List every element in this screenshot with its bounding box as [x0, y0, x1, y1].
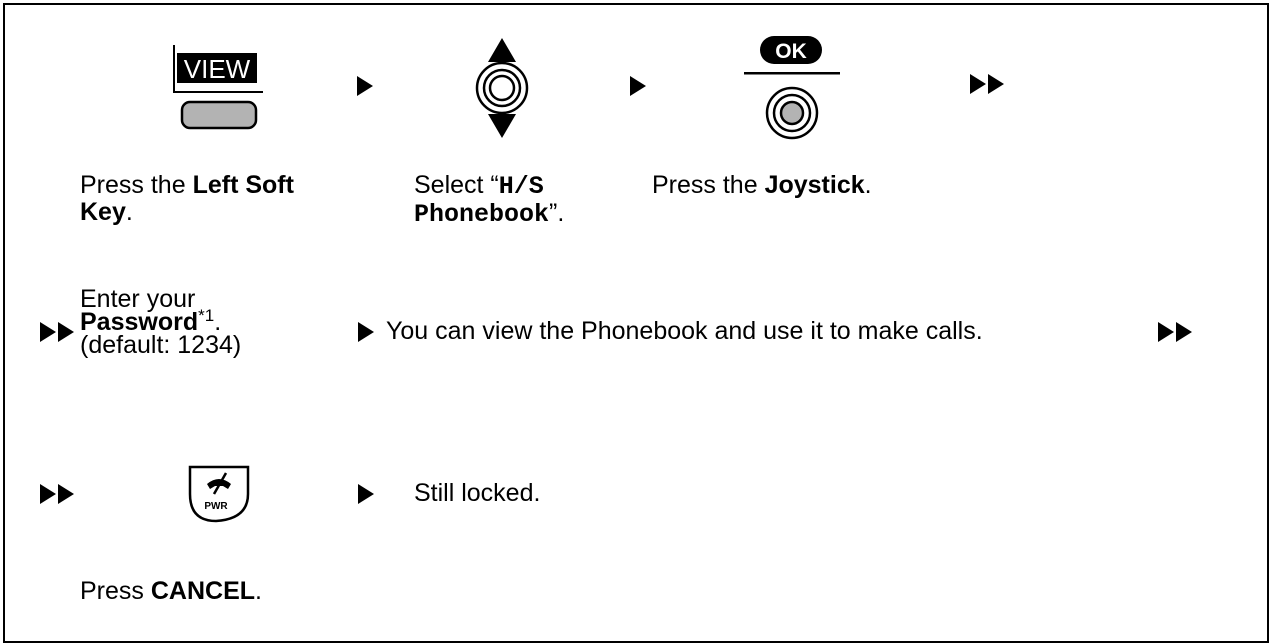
- step4-sup: *1: [198, 306, 215, 325]
- play-arrow-icon: [358, 322, 374, 342]
- double-play-arrow-icon: [1158, 322, 1196, 342]
- play-arrow-icon: [358, 484, 374, 504]
- ok-key-label: OK: [775, 40, 807, 63]
- step2-code-b: Phonebook: [414, 200, 550, 229]
- view-key-label: VIEW: [184, 54, 251, 84]
- step2-code-a: H/S: [498, 172, 544, 201]
- left-soft-key-icon: VIEW: [171, 45, 265, 133]
- step7-bold: CANCEL: [150, 577, 256, 605]
- step1-text: Press the Left Soft Key.: [80, 172, 294, 226]
- step1-post: .: [125, 198, 133, 226]
- play-arrow-icon: [630, 76, 646, 96]
- step3-post: .: [864, 171, 872, 199]
- step4-line3: (default: 1234): [80, 331, 242, 359]
- cancel-pwr-key-icon: PWR: [186, 464, 252, 524]
- step7-text: Press CANCEL.: [80, 578, 262, 605]
- step1-bold-b: Key: [80, 198, 126, 226]
- step5-text: You can view the Phonebook and use it to…: [386, 317, 983, 345]
- step1-bold-a: Left Soft: [192, 171, 294, 199]
- joystick-updown-icon: [474, 38, 530, 138]
- double-play-arrow-icon: [40, 322, 78, 342]
- pwr-label: PWR: [204, 501, 228, 512]
- step3-text: Press the Joystick.: [652, 172, 872, 199]
- step7-post: .: [255, 577, 262, 605]
- step3-pre: Press the: [652, 171, 765, 199]
- step1-pre: Press the: [80, 171, 193, 199]
- double-play-arrow-icon: [40, 484, 78, 504]
- step3-bold: Joystick: [764, 171, 865, 199]
- step2-text: Select “H/S Phonebook”.: [414, 171, 565, 229]
- step7-pre: Press: [80, 577, 151, 605]
- step2-pre: Select “: [414, 171, 499, 199]
- double-play-arrow-icon: [970, 74, 1008, 94]
- play-arrow-icon: [357, 76, 373, 96]
- step2-post: ”.: [549, 199, 565, 227]
- joystick-press-icon: OK: [744, 36, 840, 140]
- step4-text: Enter your Password*1. (default: 1234): [80, 287, 242, 359]
- step6-text: Still locked.: [414, 479, 541, 507]
